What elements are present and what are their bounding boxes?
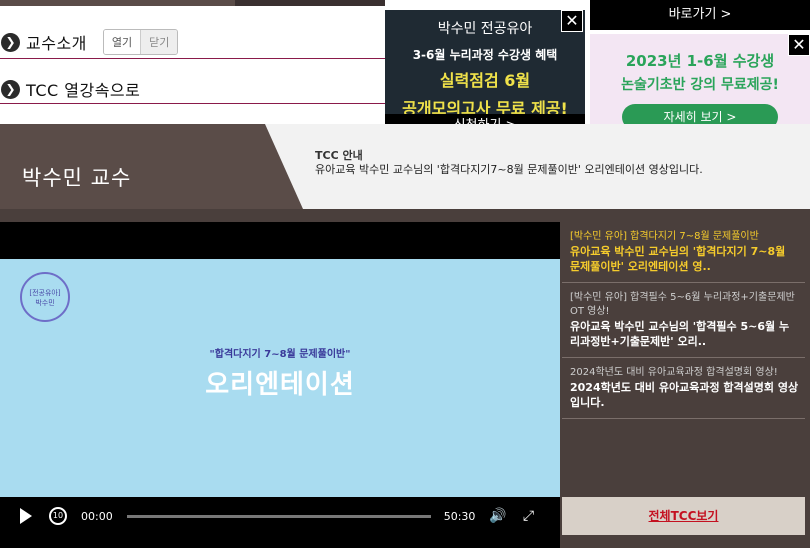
promo-2-line2: 논술기초반 강의 무료제공! — [621, 77, 779, 93]
shortcut-link[interactable]: 바로가기 > — [590, 0, 810, 30]
tcc-description: 유아교육 박수민 교수님의 '합격다지기7~8월 문제풀이반' 오리엔테이션 영… — [315, 163, 703, 176]
promo-1-subtitle: 3-6월 누리과정 수강생 혜택 — [412, 48, 558, 62]
professor-name: 박수민 교수 — [22, 166, 132, 190]
playlist-item-title: 2024학년도 대비 유아교육과정 합격설명회 영상입니다. — [570, 381, 799, 409]
intro-label[interactable]: 교수소개 — [26, 30, 87, 54]
badge-line1: [전공유아] — [29, 289, 61, 297]
divider — [0, 58, 385, 59]
close-icon[interactable]: ✕ — [561, 10, 583, 32]
video-title: 오리엔테이션 — [205, 370, 355, 400]
promo-banner-2[interactable]: 2023년 1-6월 수강생 논술기초반 강의 무료제공! 자세히 보기 > ✕ — [590, 34, 810, 138]
promo-banner-1[interactable]: 박수민 전공유아 3-6월 누리과정 수강생 혜택 실력점검 6월 공개모의고사… — [385, 10, 585, 138]
menu-tcc-row: ❯ TCC 열강속으로 — [0, 74, 385, 104]
video-course-name: "합격다지기 7~8월 문제풀이반" — [209, 349, 351, 360]
chevron-right-icon: ❯ — [1, 79, 20, 99]
rewind-10-icon[interactable]: 10 — [49, 507, 67, 525]
open-button[interactable]: 열기 — [103, 30, 141, 54]
duration: 50:30 — [443, 509, 476, 523]
close-icon[interactable]: ✕ — [788, 34, 810, 56]
intro-toggle: 열기 닫기 — [102, 29, 179, 55]
promo-1-line1: 실력점검 6월 — [439, 71, 531, 90]
playlist-item-subtitle: [박수민 유아] 합격필수 5~6월 누리과정+기출문제반 OT 영상! — [570, 292, 795, 317]
chevron-right-icon: ❯ — [1, 32, 20, 52]
playlist: [박수민 유아] 합격다지기 7~8월 문제풀이반 유아교육 박수민 교수님의 … — [562, 222, 805, 419]
close-button[interactable]: 닫기 — [140, 30, 178, 54]
playlist-item-subtitle: [박수민 유아] 합격다지기 7~8월 문제풀이반 — [570, 231, 759, 242]
current-time: 00:00 — [81, 509, 113, 523]
playlist-item-title: 유아교육 박수민 교수님의 '합격다지기 7~8월 문제풀이반' 오리엔테이션 … — [570, 245, 786, 273]
badge-line2: 박수민 — [35, 299, 55, 307]
video-controls: 10 00:00 50:30 🔊 ⤢ — [0, 497, 560, 535]
menu-intro-row: ❯ 교수소개 열기 닫기 — [0, 27, 385, 57]
top-strip-dark — [235, 0, 385, 6]
playlist-item[interactable]: 2024학년도 대비 유아교육과정 합격설명회 영상! 2024학년도 대비 유… — [562, 358, 805, 419]
play-icon[interactable] — [20, 508, 32, 524]
playlist-item-subtitle: 2024학년도 대비 유아교육과정 합격설명회 영상! — [570, 367, 778, 378]
playlist-item[interactable]: [박수민 유아] 합격다지기 7~8월 문제풀이반 유아교육 박수민 교수님의 … — [562, 222, 805, 283]
view-all-tcc-button[interactable]: 전체TCC보기 — [562, 497, 805, 535]
fullscreen-icon[interactable]: ⤢ — [523, 508, 534, 524]
page: ❯ 교수소개 열기 닫기 ❯ TCC 열강속으로 박수민 전공유아 3-6월 누… — [0, 0, 810, 548]
playlist-item[interactable]: [박수민 유아] 합격필수 5~6월 누리과정+기출문제반 OT 영상! 유아교… — [562, 283, 805, 358]
tcc-link-label[interactable]: TCC 열강속으로 — [26, 77, 140, 101]
channel-badge: [전공유아] 박수민 — [20, 272, 70, 322]
promo-2-line1: 2023년 1-6월 수강생 — [625, 52, 775, 70]
divider — [0, 103, 385, 104]
playlist-item-title: 유아교육 박수민 교수님의 '합격필수 5~6월 누리과정반+기출문제반' 오리… — [570, 320, 790, 348]
seek-bar[interactable] — [126, 514, 431, 518]
volume-icon[interactable]: 🔊 — [489, 508, 506, 524]
promo-1-title: 박수민 전공유아 — [437, 21, 533, 37]
